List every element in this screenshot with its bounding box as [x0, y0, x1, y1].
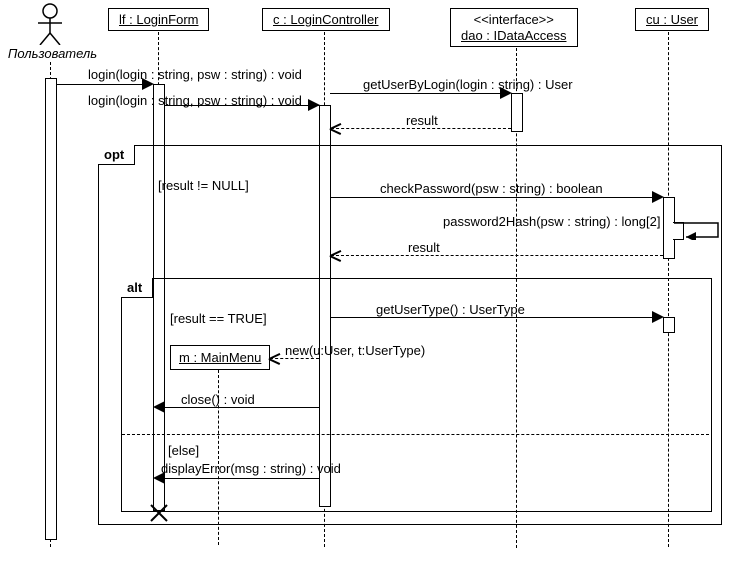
frame-opt-guard: [result != NULL]	[158, 178, 249, 193]
msg-m2: login(login : string, psw : string) : vo…	[88, 93, 302, 108]
msg-m3: getUserByLogin(login : string) : User	[363, 77, 573, 92]
arrow-m3	[330, 93, 510, 94]
arrow-m7	[331, 255, 663, 256]
msg-m10: close() : void	[181, 392, 255, 407]
alt-divider	[122, 434, 709, 435]
activation-dao	[511, 93, 523, 132]
arrow-m8-head	[652, 311, 664, 323]
lifeline-dao: <<interface>> dao : IDataAccess	[450, 8, 578, 47]
lifeline-cu: cu : User	[635, 8, 709, 31]
msg-m8: getUserType() : UserType	[376, 302, 525, 317]
msg-m4: result	[406, 113, 438, 128]
msg-m9: new(u:User, t:UserType)	[285, 343, 425, 358]
object-mainmenu-name: m : MainMenu	[179, 350, 261, 365]
arrow-m5-head	[652, 191, 664, 203]
frame-alt-guard2: [else]	[168, 443, 199, 458]
msg-m7: result	[408, 240, 440, 255]
msg-m6: password2Hash(psw : string) : long[2]	[443, 214, 660, 229]
arrow-m8	[330, 317, 662, 318]
frame-opt-label: opt	[98, 145, 135, 165]
arrow-m1	[56, 84, 152, 85]
lifeline-lf-name: lf : LoginForm	[119, 12, 198, 27]
actor-icon	[35, 3, 65, 45]
activation-actor	[45, 78, 57, 540]
lifeline-dao-name: dao : IDataAccess	[461, 28, 567, 43]
lifeline-cu-name: cu : User	[646, 12, 698, 27]
arrow-m11	[165, 478, 319, 479]
msg-m5: checkPassword(psw : string) : boolean	[380, 181, 603, 196]
arrow-m10-head	[153, 401, 165, 413]
lifeline-lf: lf : LoginForm	[108, 8, 209, 31]
arrow-m5	[330, 197, 662, 198]
msg-m11: displayError(msg : string) : void	[161, 461, 341, 476]
arrow-m4	[331, 128, 511, 129]
frame-alt-label: alt	[121, 278, 153, 298]
arrow-m9	[270, 358, 319, 359]
actor-label: Пользователь	[5, 46, 100, 61]
lifeline-dao-stereotype: <<interface>>	[461, 12, 567, 28]
arrow-m2-head	[308, 99, 320, 111]
arrow-m6-self	[674, 222, 722, 240]
arrow-m10	[165, 407, 319, 408]
lifeline-c-name: c : LoginController	[273, 12, 379, 27]
frame-alt-guard1: [result == TRUE]	[170, 311, 267, 326]
msg-m1: login(login : string, psw : string) : vo…	[88, 67, 302, 82]
destroy-lf	[149, 503, 169, 523]
object-mainmenu: m : MainMenu	[170, 345, 270, 370]
lifeline-c: c : LoginController	[262, 8, 390, 31]
